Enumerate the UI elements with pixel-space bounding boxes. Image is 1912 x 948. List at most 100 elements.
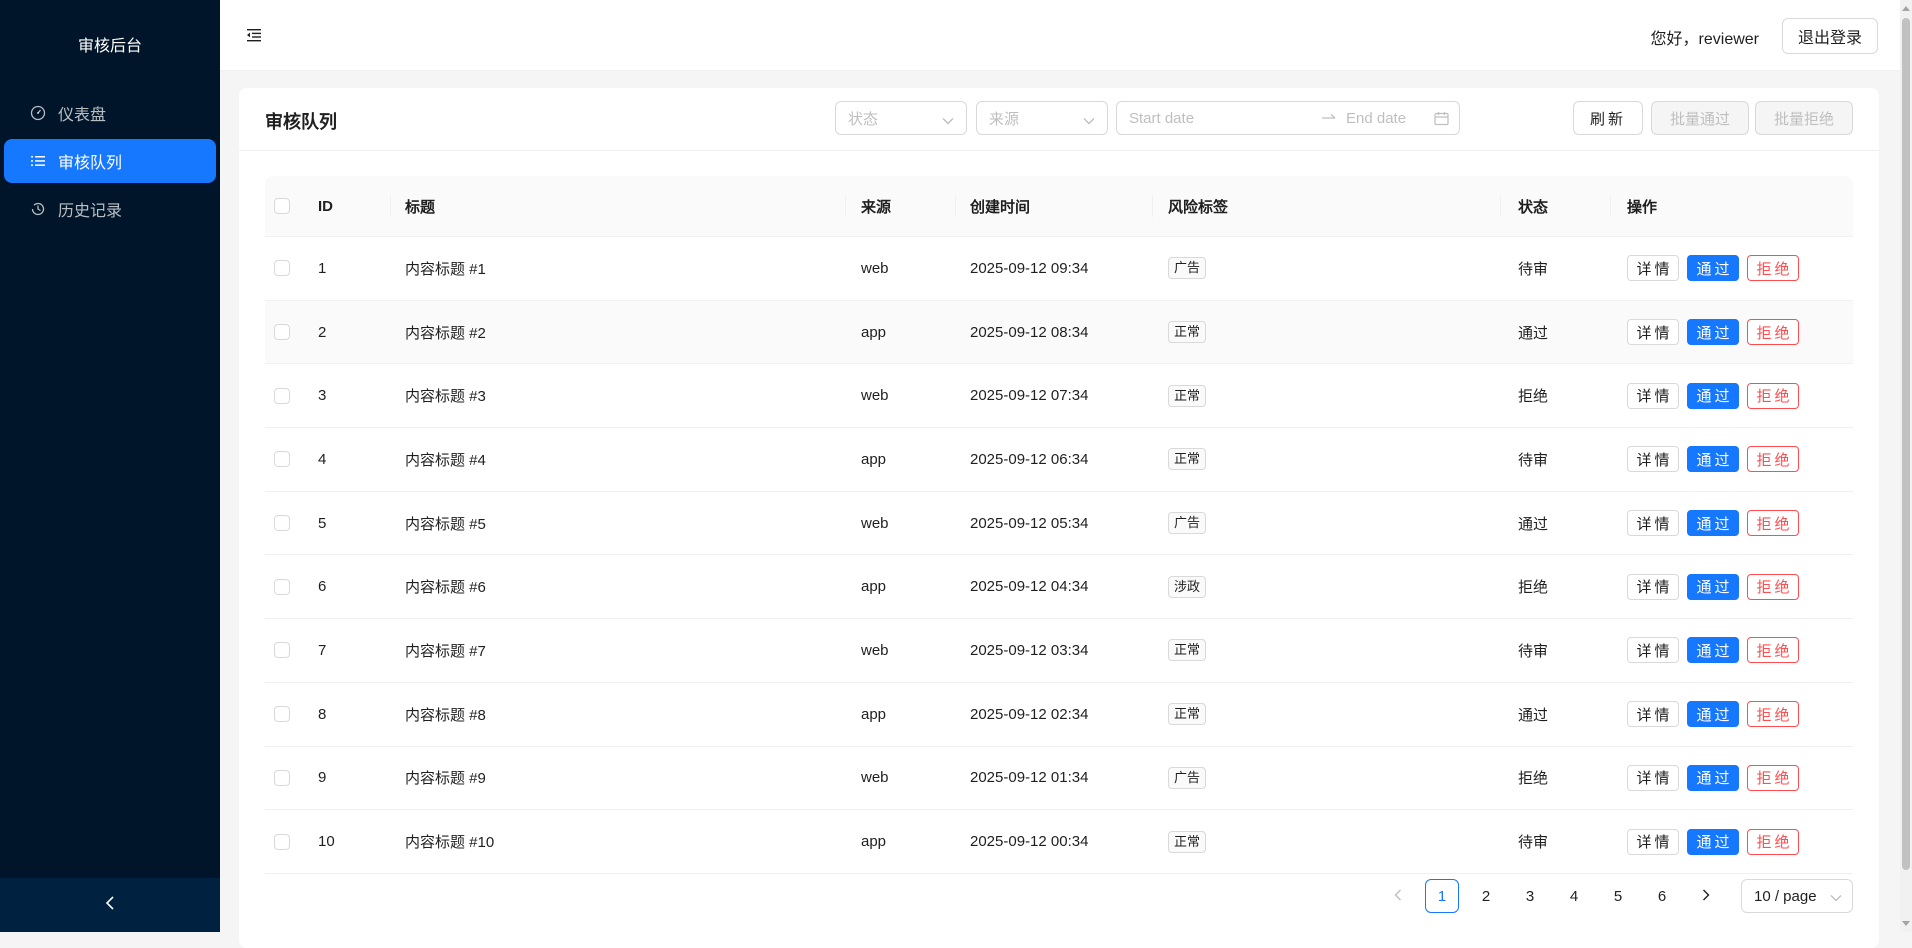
table-row: 10 内容标题 #10 app 2025-09-12 00:34 正常 待审 详情 通过 拒绝 <box>265 810 1853 874</box>
scrollbar-thumb[interactable] <box>1902 18 1910 870</box>
cell-created: 2025-09-12 05:34 <box>970 514 1089 532</box>
approve-button[interactable]: 通过 <box>1687 573 1739 600</box>
refresh-button[interactable]: 刷新 <box>1573 101 1643 135</box>
next-page-button[interactable] <box>1689 879 1723 913</box>
list-icon <box>30 153 46 169</box>
status-select[interactable]: 状态 <box>835 101 967 135</box>
reject-button[interactable]: 拒绝 <box>1747 255 1799 282</box>
collapse-sidebar-button[interactable] <box>0 878 220 932</box>
table-row: 9 内容标题 #9 web 2025-09-12 01:34 广告 拒绝 详情 通过 拒绝 <box>265 747 1853 811</box>
page-6-button[interactable]: 6 <box>1645 879 1679 913</box>
detail-button[interactable]: 详情 <box>1627 510 1679 537</box>
reject-button[interactable]: 拒绝 <box>1747 573 1799 600</box>
start-date-input[interactable]: Start date <box>1129 110 1194 127</box>
approve-button[interactable]: 通过 <box>1687 637 1739 664</box>
reject-button[interactable]: 拒绝 <box>1747 319 1799 346</box>
reject-button[interactable]: 拒绝 <box>1747 382 1799 409</box>
page-4-button[interactable]: 4 <box>1557 879 1591 913</box>
approve-button[interactable]: 通过 <box>1687 319 1739 346</box>
prev-page-button[interactable] <box>1381 879 1415 913</box>
reject-button[interactable]: 拒绝 <box>1747 764 1799 791</box>
approve-button[interactable]: 通过 <box>1687 382 1739 409</box>
batch-reject-button[interactable]: 批量拒绝 <box>1755 101 1853 135</box>
detail-button[interactable]: 详情 <box>1627 319 1679 346</box>
cell-source: app <box>861 578 887 596</box>
cell-title: 内容标题 #1 <box>405 260 486 278</box>
detail-button[interactable]: 详情 <box>1627 382 1679 409</box>
reject-button[interactable]: 拒绝 <box>1747 510 1799 537</box>
chevron-right-icon <box>1702 888 1710 905</box>
row-checkbox[interactable] <box>274 833 290 850</box>
cell-source: web <box>861 259 889 277</box>
page-2-button[interactable]: 2 <box>1469 879 1503 913</box>
sidebar-item-label: 历史记录 <box>58 203 123 220</box>
cell-status: 拒绝 <box>1518 579 1549 597</box>
cell-status: 通过 <box>1518 706 1549 724</box>
approve-button[interactable]: 通过 <box>1687 701 1739 728</box>
date-range-picker[interactable]: Start date End date <box>1116 101 1460 135</box>
user-greeting: 您好，reviewer <box>1650 31 1759 48</box>
detail-button[interactable]: 详情 <box>1627 764 1679 791</box>
cell-status: 拒绝 <box>1518 388 1549 406</box>
row-checkbox[interactable] <box>274 706 290 723</box>
reject-button[interactable]: 拒绝 <box>1747 828 1799 855</box>
table-row: 2 内容标题 #2 app 2025-09-12 08:34 正常 通过 详情 通过 拒绝 <box>265 300 1853 365</box>
page-3-button[interactable]: 3 <box>1513 879 1547 913</box>
end-date-input[interactable]: End date <box>1346 110 1406 127</box>
risk-tag: 正常 <box>1168 830 1207 853</box>
row-checkbox[interactable] <box>274 578 290 595</box>
detail-button[interactable]: 详情 <box>1627 637 1679 664</box>
row-checkbox[interactable] <box>274 451 290 468</box>
cell-title: 内容标题 #8 <box>405 706 486 724</box>
row-checkbox[interactable] <box>274 387 290 404</box>
row-checkbox[interactable] <box>274 642 290 659</box>
chevron-left-icon <box>104 895 116 915</box>
logout-button[interactable]: 退出登录 <box>1781 18 1878 54</box>
approve-button[interactable]: 通过 <box>1687 255 1739 282</box>
cell-created: 2025-09-12 08:34 <box>970 323 1089 341</box>
batch-approve-button[interactable]: 批量通过 <box>1651 101 1749 135</box>
scroll-down-icon[interactable] <box>1902 921 1910 926</box>
cell-title: 内容标题 #2 <box>405 324 486 342</box>
scroll-up-icon[interactable] <box>1902 6 1910 11</box>
cell-status: 待审 <box>1518 260 1549 278</box>
menu-fold-icon[interactable] <box>246 27 262 43</box>
reject-button[interactable]: 拒绝 <box>1747 446 1799 473</box>
row-checkbox[interactable] <box>274 324 290 341</box>
cell-id: 6 <box>318 578 327 596</box>
select-all-checkbox[interactable] <box>274 198 290 214</box>
column-header-risk-tag: 风险标签 <box>1168 198 1229 216</box>
approve-button[interactable]: 通过 <box>1687 446 1739 473</box>
cell-id: 1 <box>318 259 327 277</box>
detail-button[interactable]: 详情 <box>1627 255 1679 282</box>
detail-button[interactable]: 详情 <box>1627 573 1679 600</box>
source-select[interactable]: 来源 <box>976 101 1108 135</box>
page-size-select[interactable]: 10 / page <box>1741 879 1853 913</box>
page-1-button[interactable]: 1 <box>1425 879 1459 913</box>
cell-id: 5 <box>318 514 327 532</box>
card-header: 审核队列 状态 来源 Start date End date 刷新 批量通过 批… <box>239 88 1879 151</box>
page-scrollbar[interactable] <box>1900 0 1912 932</box>
cell-created: 2025-09-12 01:34 <box>970 769 1089 787</box>
detail-button[interactable]: 详情 <box>1627 446 1679 473</box>
risk-tag: 正常 <box>1168 321 1207 344</box>
reject-button[interactable]: 拒绝 <box>1747 701 1799 728</box>
row-checkbox[interactable] <box>274 260 290 277</box>
sidebar-item-review-queue[interactable]: 审核队列 <box>4 139 216 183</box>
cell-created: 2025-09-12 09:34 <box>970 259 1089 277</box>
column-divider <box>1610 195 1611 217</box>
cell-title: 内容标题 #6 <box>405 579 486 597</box>
row-checkbox[interactable] <box>274 515 290 532</box>
detail-button[interactable]: 详情 <box>1627 828 1679 855</box>
approve-button[interactable]: 通过 <box>1687 828 1739 855</box>
sidebar-item-dashboard[interactable]: 仪表盘 <box>4 91 216 135</box>
approve-button[interactable]: 通过 <box>1687 764 1739 791</box>
column-divider <box>845 195 846 217</box>
approve-button[interactable]: 通过 <box>1687 510 1739 537</box>
detail-button[interactable]: 详情 <box>1627 701 1679 728</box>
row-checkbox[interactable] <box>274 769 290 786</box>
sidebar-item-history[interactable]: 历史记录 <box>4 187 216 231</box>
page-5-button[interactable]: 5 <box>1601 879 1635 913</box>
page-title: 审核队列 <box>265 112 337 132</box>
reject-button[interactable]: 拒绝 <box>1747 637 1799 664</box>
